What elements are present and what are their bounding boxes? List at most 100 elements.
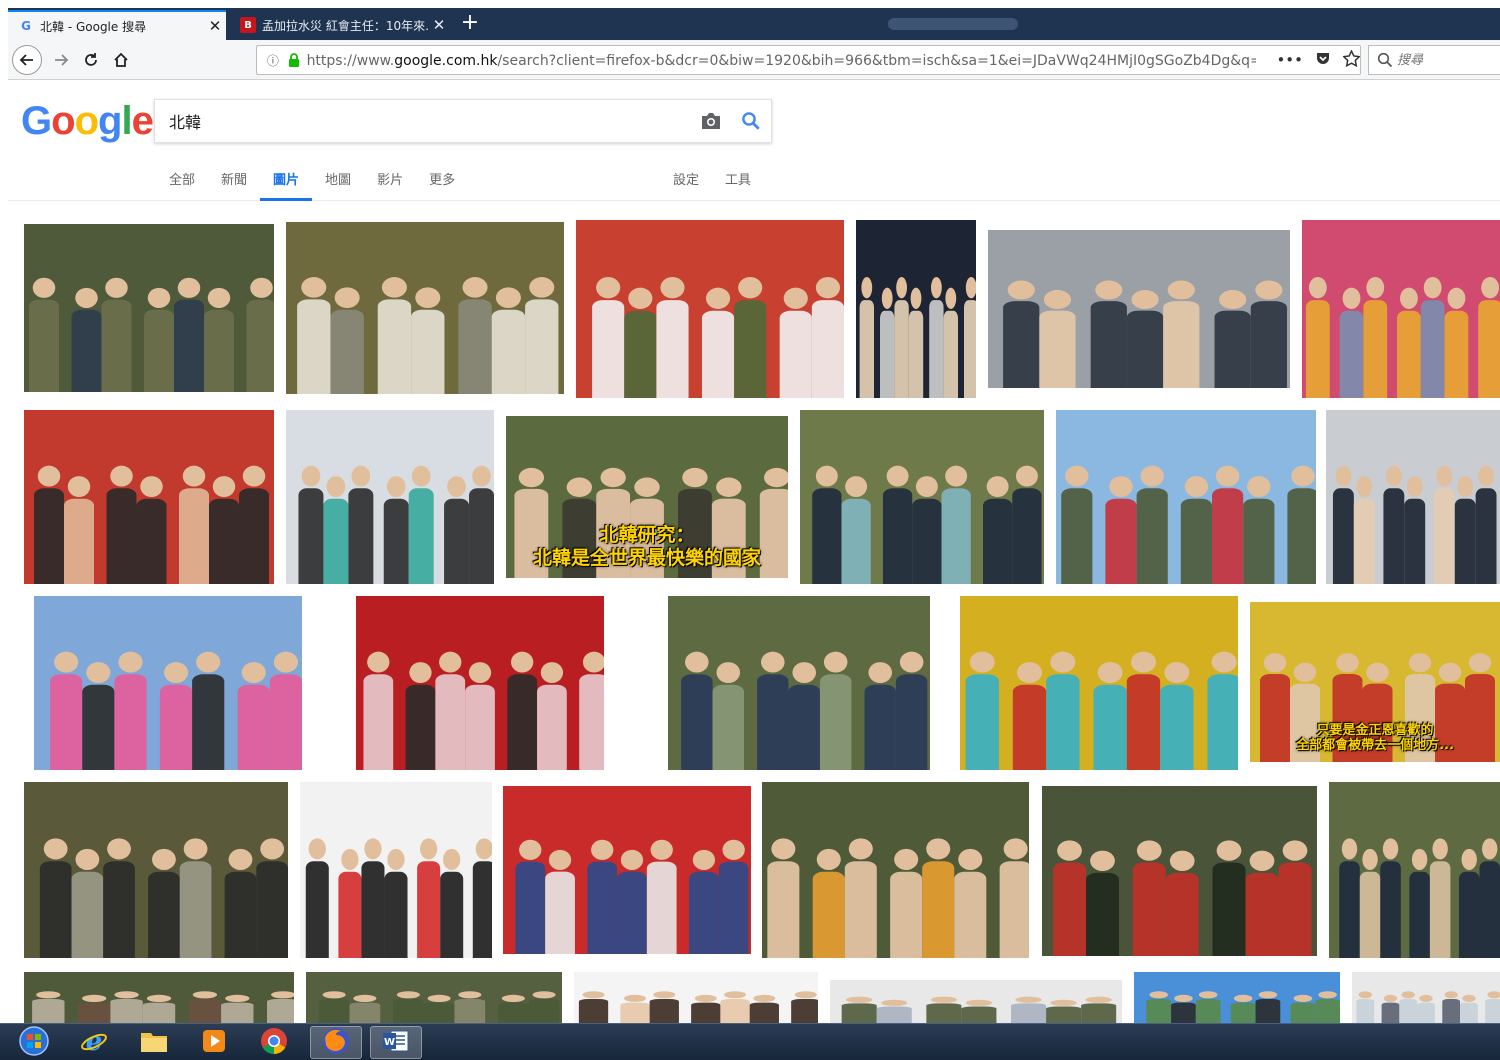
search-input[interactable]	[155, 111, 691, 131]
image-result[interactable]	[668, 596, 930, 770]
taskbar-chrome[interactable]	[248, 1026, 300, 1059]
browser-tab-google[interactable]: G 北韓 - Google 搜尋 ✕	[8, 10, 226, 40]
image-result[interactable]	[576, 220, 844, 398]
image-result[interactable]	[574, 972, 818, 1023]
browser-search-input[interactable]	[1397, 52, 1497, 68]
firefox-icon	[321, 1026, 351, 1060]
windows-taskbar: eW	[0, 1023, 1500, 1060]
image-result[interactable]	[1042, 786, 1317, 956]
image-result[interactable]	[988, 230, 1290, 388]
url-bar[interactable]: ⓘ https://www.google.com.hk/search?clien…	[256, 45, 1361, 75]
logo-letter: l	[121, 99, 132, 143]
screen: G 北韓 - Google 搜尋 ✕ B 孟加拉水災 紅會主任：10年來… ✕ …	[0, 0, 1500, 1060]
image-result[interactable]	[24, 782, 288, 958]
taskbar-firefox[interactable]	[310, 1026, 362, 1059]
browser-search-box[interactable]	[1368, 45, 1500, 75]
image-result[interactable]	[800, 410, 1044, 584]
image-result[interactable]: 北韓研究： 北韓是全世界最快樂的國家	[506, 416, 788, 578]
image-result[interactable]	[306, 972, 562, 1023]
taskbar-word[interactable]: W	[370, 1026, 422, 1059]
image-caption: 只要是金正恩喜歡的 全部都會被帶去一個地方...	[1296, 722, 1454, 754]
pocket-icon[interactable]	[1315, 50, 1331, 70]
url-domain: google.com.hk	[394, 53, 498, 69]
image-result[interactable]	[286, 222, 564, 394]
back-button[interactable]	[12, 45, 42, 75]
taskbar-file-explorer[interactable]	[128, 1026, 180, 1059]
google-search-box[interactable]	[154, 99, 772, 143]
browser-tab-strip: G 北韓 - Google 搜尋 ✕ B 孟加拉水災 紅會主任：10年來… ✕ …	[8, 8, 1500, 40]
image-thumbnail	[574, 972, 818, 1023]
news-favicon-icon: B	[240, 17, 256, 33]
image-result[interactable]	[286, 410, 494, 584]
image-result[interactable]	[24, 972, 294, 1023]
url-text[interactable]: https://www.google.com.hk/search?client=…	[307, 50, 1257, 70]
close-tab-icon[interactable]: ✕	[428, 16, 450, 34]
image-thumbnail	[24, 224, 274, 392]
camera-icon[interactable]	[691, 101, 731, 141]
tab-all[interactable]: 全部	[156, 163, 208, 201]
image-result[interactable]	[34, 596, 302, 770]
image-result[interactable]	[1134, 972, 1340, 1023]
image-thumbnail	[1134, 972, 1340, 1023]
image-thumbnail	[1329, 782, 1500, 958]
image-result[interactable]	[762, 782, 1029, 958]
image-thumbnail	[830, 980, 1122, 1023]
image-result[interactable]	[856, 220, 976, 398]
info-icon[interactable]: ⓘ	[261, 52, 285, 69]
image-result[interactable]	[24, 410, 274, 584]
bookmark-star-icon[interactable]	[1342, 48, 1361, 71]
logo-letter: G	[21, 99, 52, 143]
reload-button[interactable]	[76, 45, 106, 75]
chrome-icon	[260, 1027, 288, 1059]
image-result[interactable]	[1302, 220, 1500, 398]
taskbar-internet-explorer[interactable]: e	[68, 1026, 120, 1059]
image-thumbnail	[1326, 410, 1500, 584]
page-actions-menu-icon[interactable]: •••	[1276, 51, 1303, 69]
tab-news[interactable]: 新聞	[208, 163, 260, 201]
image-thumbnail	[1056, 410, 1316, 584]
image-thumbnail	[668, 596, 930, 770]
search-tabs: 全部 新聞 圖片 地圖 影片 更多	[156, 163, 468, 201]
home-icon	[114, 52, 128, 67]
tab-videos[interactable]: 影片	[364, 163, 416, 201]
image-result[interactable]	[960, 596, 1238, 770]
search-button[interactable]	[731, 101, 771, 141]
taskbar-start-orb[interactable]	[8, 1025, 60, 1059]
search-icon	[1377, 52, 1393, 68]
image-result[interactable]	[356, 596, 604, 770]
image-result[interactable]	[503, 786, 751, 954]
reload-icon	[85, 53, 97, 66]
image-thumbnail	[286, 222, 564, 394]
search-icon	[742, 112, 760, 130]
image-result[interactable]	[1329, 782, 1500, 958]
image-result[interactable]	[1352, 972, 1500, 1023]
close-tab-icon[interactable]: ✕	[204, 17, 226, 35]
image-thumbnail	[1352, 972, 1500, 1023]
tab-images[interactable]: 圖片	[260, 163, 313, 201]
image-thumbnail	[356, 596, 604, 770]
image-caption: 北韓研究： 北韓是全世界最快樂的國家	[532, 524, 761, 570]
image-result[interactable]	[1326, 410, 1500, 584]
window-title-blurred	[888, 18, 1018, 30]
forward-button[interactable]	[46, 45, 76, 75]
image-thumbnail	[576, 220, 844, 398]
image-thumbnail	[988, 230, 1290, 388]
image-result[interactable]: 只要是金正恩喜歡的 全部都會被帶去一個地方...	[1250, 602, 1500, 762]
lock-icon[interactable]	[285, 51, 303, 69]
image-thumbnail	[24, 972, 294, 1023]
image-result[interactable]	[1056, 410, 1316, 584]
home-button[interactable]	[106, 45, 136, 75]
google-logo[interactable]: Google	[21, 99, 154, 144]
logo-letter: e	[131, 99, 154, 143]
image-result[interactable]	[24, 224, 274, 392]
image-result[interactable]	[300, 782, 492, 958]
word-icon: W	[382, 1028, 410, 1058]
tab-more[interactable]: 更多	[416, 163, 468, 201]
tab-maps[interactable]: 地圖	[312, 163, 364, 201]
taskbar-media-player[interactable]	[188, 1026, 240, 1059]
tools-link[interactable]: 工具	[712, 163, 764, 201]
new-tab-button[interactable]: +	[456, 10, 484, 38]
settings-link[interactable]: 設定	[660, 163, 712, 201]
image-result[interactable]	[830, 980, 1122, 1023]
browser-tab-news[interactable]: B 孟加拉水災 紅會主任：10年來… ✕	[230, 10, 450, 40]
